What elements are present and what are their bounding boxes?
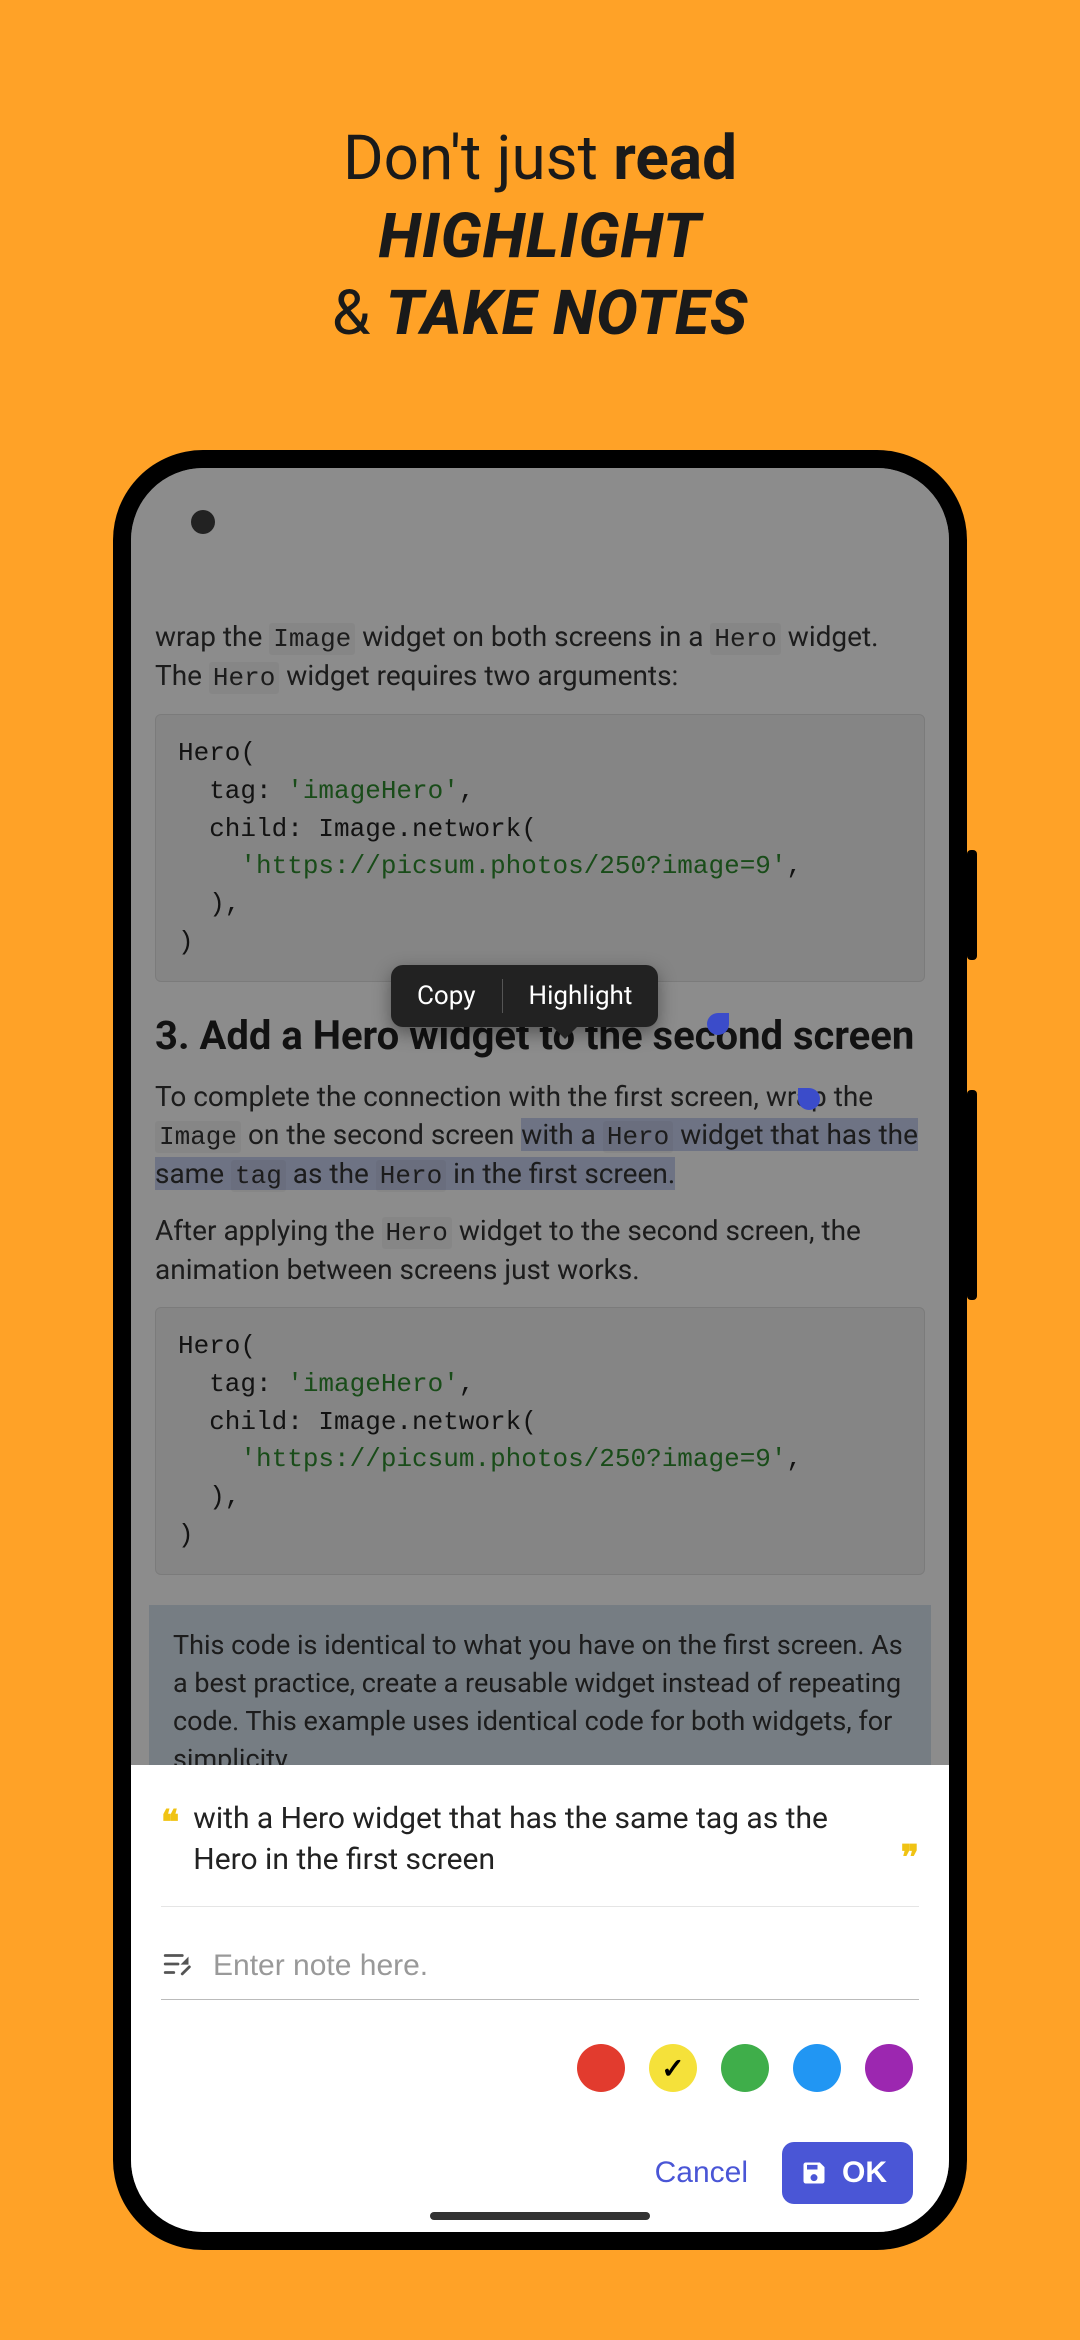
context-menu-highlight[interactable]: Highlight	[503, 965, 659, 1027]
highlight-color-picker	[161, 2000, 919, 2102]
ok-button-label: OK	[842, 2156, 887, 2190]
color-option-purple[interactable]	[865, 2044, 913, 2092]
note-actions-row: Cancel OK	[161, 2102, 919, 2204]
edit-note-icon	[161, 1947, 195, 1985]
color-option-green[interactable]	[721, 2044, 769, 2092]
save-icon	[800, 2159, 828, 2187]
promo-line1-bold: read	[613, 122, 737, 195]
note-input[interactable]	[213, 1949, 919, 1983]
promo-line3-em: TAKE NOTES	[386, 277, 749, 350]
note-panel: ❝ with a Hero widget that has the same t…	[131, 1765, 949, 2232]
phone-frame: wrap the Image widget on both screens in…	[113, 450, 967, 2250]
color-option-blue[interactable]	[793, 2044, 841, 2092]
ok-button[interactable]: OK	[782, 2142, 913, 2204]
code-block: Hero( tag: 'imageHero', child: Image.net…	[155, 1307, 925, 1575]
promo-line3-amp: &	[332, 277, 386, 350]
selection-handle-start[interactable]	[707, 1013, 729, 1035]
highlight-quote-text: with a Hero widget that has the same tag…	[193, 1799, 886, 1880]
phone-camera	[191, 510, 215, 534]
article-paragraph: After applying the Hero widget to the se…	[155, 1212, 925, 1289]
color-option-red[interactable]	[577, 2044, 625, 2092]
context-menu-copy[interactable]: Copy	[391, 965, 502, 1027]
quote-open-icon: ❝	[161, 1803, 179, 1843]
phone-side-button	[967, 850, 977, 960]
phone-side-button	[967, 1090, 977, 1300]
selection-handle-end[interactable]	[798, 1088, 820, 1110]
quote-close-icon: ❞	[901, 1838, 919, 1878]
code-block: Hero( tag: 'imageHero', child: Image.net…	[155, 714, 925, 982]
article-paragraph: wrap the Image widget on both screens in…	[155, 618, 925, 696]
android-nav-pill[interactable]	[430, 2212, 650, 2220]
note-input-row	[161, 1907, 919, 2000]
color-option-yellow[interactable]	[649, 2044, 697, 2092]
promo-heading: Don't just read HIGHLIGHT & TAKE NOTES	[0, 0, 1080, 353]
promo-line1-pre: Don't just	[343, 122, 613, 195]
selection-context-menu: Copy Highlight	[391, 965, 658, 1027]
cancel-button[interactable]: Cancel	[649, 2146, 754, 2200]
highlight-quote-row: ❝ with a Hero widget that has the same t…	[161, 1765, 919, 1907]
promo-line2: HIGHLIGHT	[0, 198, 1080, 276]
